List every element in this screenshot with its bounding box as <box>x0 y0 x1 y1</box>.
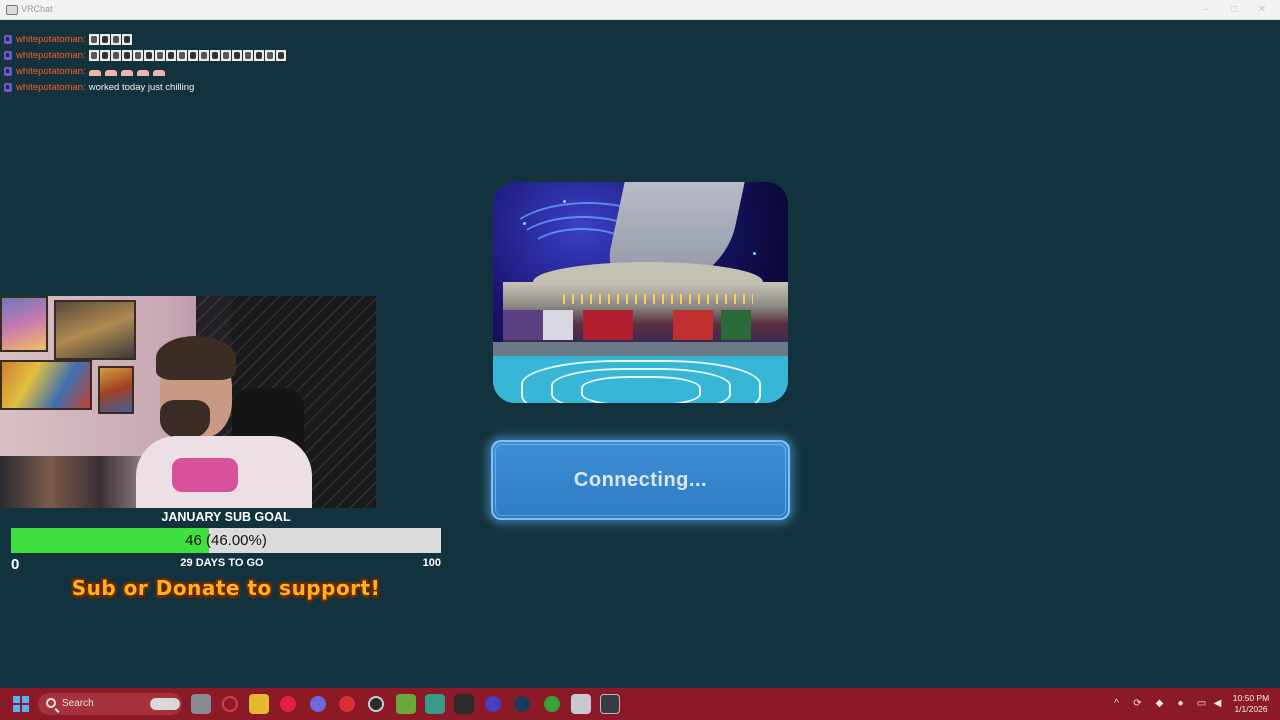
search-placeholder: Search <box>62 698 94 709</box>
sub-goal-days-left: 29 DAYS TO GO <box>180 557 264 569</box>
poster <box>0 296 48 352</box>
emote-strip <box>88 49 286 61</box>
network-icon[interactable]: ◆ <box>1154 698 1165 709</box>
twitch-badge-icon <box>4 50 12 60</box>
discord-icon[interactable] <box>310 696 326 712</box>
sub-goal-title: JANUARY SUB GOAL <box>161 510 291 524</box>
minimize-icon[interactable]: – <box>1200 4 1212 16</box>
microphone-icon[interactable]: ● <box>1175 698 1186 709</box>
vrchat-window-icon <box>6 5 18 15</box>
world-preview-image <box>493 182 788 403</box>
taskbar-search[interactable]: Search <box>38 693 182 715</box>
search-icon <box>46 698 56 708</box>
chat-username: whitepotatoman <box>16 81 84 93</box>
recorder-icon[interactable] <box>222 696 238 712</box>
poster <box>98 366 134 414</box>
steam-icon[interactable] <box>514 696 530 712</box>
chat-overlay: whitepotatoman: whitepotatoman: whitepot… <box>4 31 286 95</box>
xbox-icon[interactable] <box>544 696 560 712</box>
twitch-badge-icon <box>4 34 12 44</box>
sub-goal-progress-text: 46 (46.00%) <box>185 532 267 549</box>
app-icon[interactable] <box>339 696 355 712</box>
app-icon[interactable] <box>571 694 591 714</box>
twitch-badge-icon <box>4 66 12 76</box>
chevron-up-icon[interactable]: ^ <box>1111 698 1122 709</box>
chat-username: whitepotatoman <box>16 33 84 45</box>
app-icon[interactable] <box>485 696 501 712</box>
display-icon[interactable]: ▭ <box>1196 698 1207 709</box>
app-icon[interactable] <box>425 694 445 714</box>
twitch-badge-icon <box>4 82 12 92</box>
vrchat-icon[interactable] <box>600 694 620 714</box>
sub-goal-max: 100 <box>422 557 441 569</box>
poster <box>54 300 136 360</box>
chat-message: whitepotatoman: worked today just chilli… <box>4 79 286 95</box>
chat-username: whitepotatoman <box>16 49 84 61</box>
weather-icon <box>150 698 180 710</box>
file-explorer-icon[interactable] <box>249 694 269 714</box>
sync-icon[interactable]: ⟳ <box>1132 698 1143 709</box>
chat-username: whitepotatoman <box>16 65 84 77</box>
chat-message: whitepotatoman: <box>4 63 286 79</box>
figures-shelf <box>0 456 150 508</box>
emote-strip <box>88 33 132 45</box>
taskbar: Search ^ ⟳ ◆ ● ▭ ◀ 10:50 PM 1/1/2026 <box>0 688 1280 720</box>
close-icon[interactable]: ✕ <box>1256 4 1268 16</box>
support-banner: Sub or Donate to support! <box>71 576 381 600</box>
volume-icon[interactable]: ◀ <box>1212 698 1223 709</box>
taskbar-clock[interactable]: 10:50 PM 1/1/2026 <box>1228 693 1274 715</box>
clock-time: 10:50 PM <box>1232 693 1270 703</box>
maximize-icon[interactable]: □ <box>1228 4 1240 16</box>
obs-icon[interactable] <box>368 696 384 712</box>
webcam-feed <box>0 296 376 508</box>
chat-message: whitepotatoman: <box>4 47 286 63</box>
windows-start-icon[interactable] <box>13 696 29 712</box>
connecting-status-button: Connecting... <box>491 440 790 520</box>
clock-date: 1/1/2026 <box>1234 704 1268 714</box>
nvidia-icon[interactable] <box>396 694 416 714</box>
chat-text: worked today just chilling <box>88 81 195 93</box>
sparkle-icon[interactable] <box>454 694 474 714</box>
connecting-label: Connecting... <box>573 469 708 491</box>
window-title: VRChat <box>21 4 53 14</box>
task-view-icon[interactable] <box>191 694 211 714</box>
sub-goal-progress-bar: 46 (46.00%) <box>11 528 441 553</box>
poster <box>0 360 92 410</box>
emote-strip <box>88 66 168 76</box>
window-titlebar: VRChat – □ ✕ <box>0 0 1280 20</box>
chat-message: whitepotatoman: <box>4 31 286 47</box>
opera-icon[interactable] <box>280 696 296 712</box>
